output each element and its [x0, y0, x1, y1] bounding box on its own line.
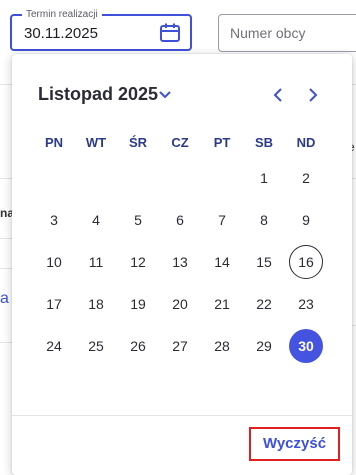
calendar-day[interactable]: 3: [37, 203, 71, 237]
chevron-down-icon[interactable]: [158, 88, 172, 100]
weekday-label: WT: [85, 135, 107, 150]
background-divider: [0, 178, 12, 179]
calendar-day[interactable]: 25: [79, 329, 113, 363]
calendar-day[interactable]: 4: [79, 203, 113, 237]
calendar-day[interactable]: 20: [163, 287, 197, 321]
calendar-day[interactable]: 11: [79, 245, 113, 279]
background-divider: [0, 268, 12, 269]
due-date-label: Termin realizacji: [22, 8, 102, 22]
calendar-day[interactable]: 27: [163, 329, 197, 363]
calendar-day[interactable]: 17: [37, 287, 71, 321]
calendar-day[interactable]: 21: [205, 287, 239, 321]
due-date-value: 30.11.2025: [24, 25, 98, 42]
foreign-number-field[interactable]: [218, 14, 356, 52]
calendar-day[interactable]: 15: [247, 245, 281, 279]
calendar-day[interactable]: 1: [247, 161, 281, 195]
calendar-day[interactable]: 2: [289, 161, 323, 195]
selected-day[interactable]: 30: [289, 329, 323, 363]
calendar-day[interactable]: 9: [289, 203, 323, 237]
calendar-day[interactable]: 13: [163, 245, 197, 279]
weekday-label: ND: [296, 135, 316, 150]
background-divider: [352, 325, 356, 326]
calendar-day[interactable]: 24: [37, 329, 71, 363]
calendar-day[interactable]: 8: [247, 203, 281, 237]
calendar-day[interactable]: 28: [205, 329, 239, 363]
weekday-label: PN: [44, 135, 64, 150]
weekday-label: SB: [254, 135, 274, 150]
calendar-day[interactable]: 29: [247, 329, 281, 363]
chevron-left-icon[interactable]: [270, 86, 288, 104]
calendar-day[interactable]: 14: [205, 245, 239, 279]
today-day[interactable]: 16: [289, 245, 323, 279]
background-divider: [352, 84, 356, 85]
background-divider: [352, 178, 356, 179]
page: na a e Termin realizacji 30.11.2025 List…: [0, 0, 356, 475]
weekday-label: CZ: [171, 135, 189, 150]
calendar-day[interactable]: 22: [247, 287, 281, 321]
chevron-right-icon[interactable]: [303, 86, 321, 104]
background-divider: [0, 342, 12, 343]
weekday-label: ŚR: [128, 135, 148, 150]
calendar-day[interactable]: 7: [205, 203, 239, 237]
due-date-field[interactable]: Termin realizacji 30.11.2025: [10, 8, 192, 51]
background-link[interactable]: a: [0, 290, 9, 308]
background-divider: [0, 238, 12, 239]
calendar-day[interactable]: 6: [163, 203, 197, 237]
month-year-label[interactable]: Listopad 2025: [38, 84, 158, 105]
calendar-day[interactable]: 12: [121, 245, 155, 279]
calendar-day[interactable]: 10: [37, 245, 71, 279]
calendar-day[interactable]: 19: [121, 287, 155, 321]
clear-button[interactable]: Wyczyść: [249, 427, 340, 461]
calendar-icon[interactable]: [159, 23, 181, 43]
calendar-day[interactable]: 5: [121, 203, 155, 237]
foreign-number-input[interactable]: [230, 25, 356, 41]
footer-divider: [12, 415, 352, 416]
calendar-day[interactable]: 23: [289, 287, 323, 321]
calendar-day[interactable]: 18: [79, 287, 113, 321]
weekday-label: PT: [213, 135, 231, 150]
calendar-popover: Listopad 2025 PN WT ŚR CZ PT SB ND 1 2 3 4 5 6 7 8 9 10…: [12, 54, 352, 475]
calendar-day[interactable]: 26: [121, 329, 155, 363]
background-divider: [0, 84, 12, 85]
